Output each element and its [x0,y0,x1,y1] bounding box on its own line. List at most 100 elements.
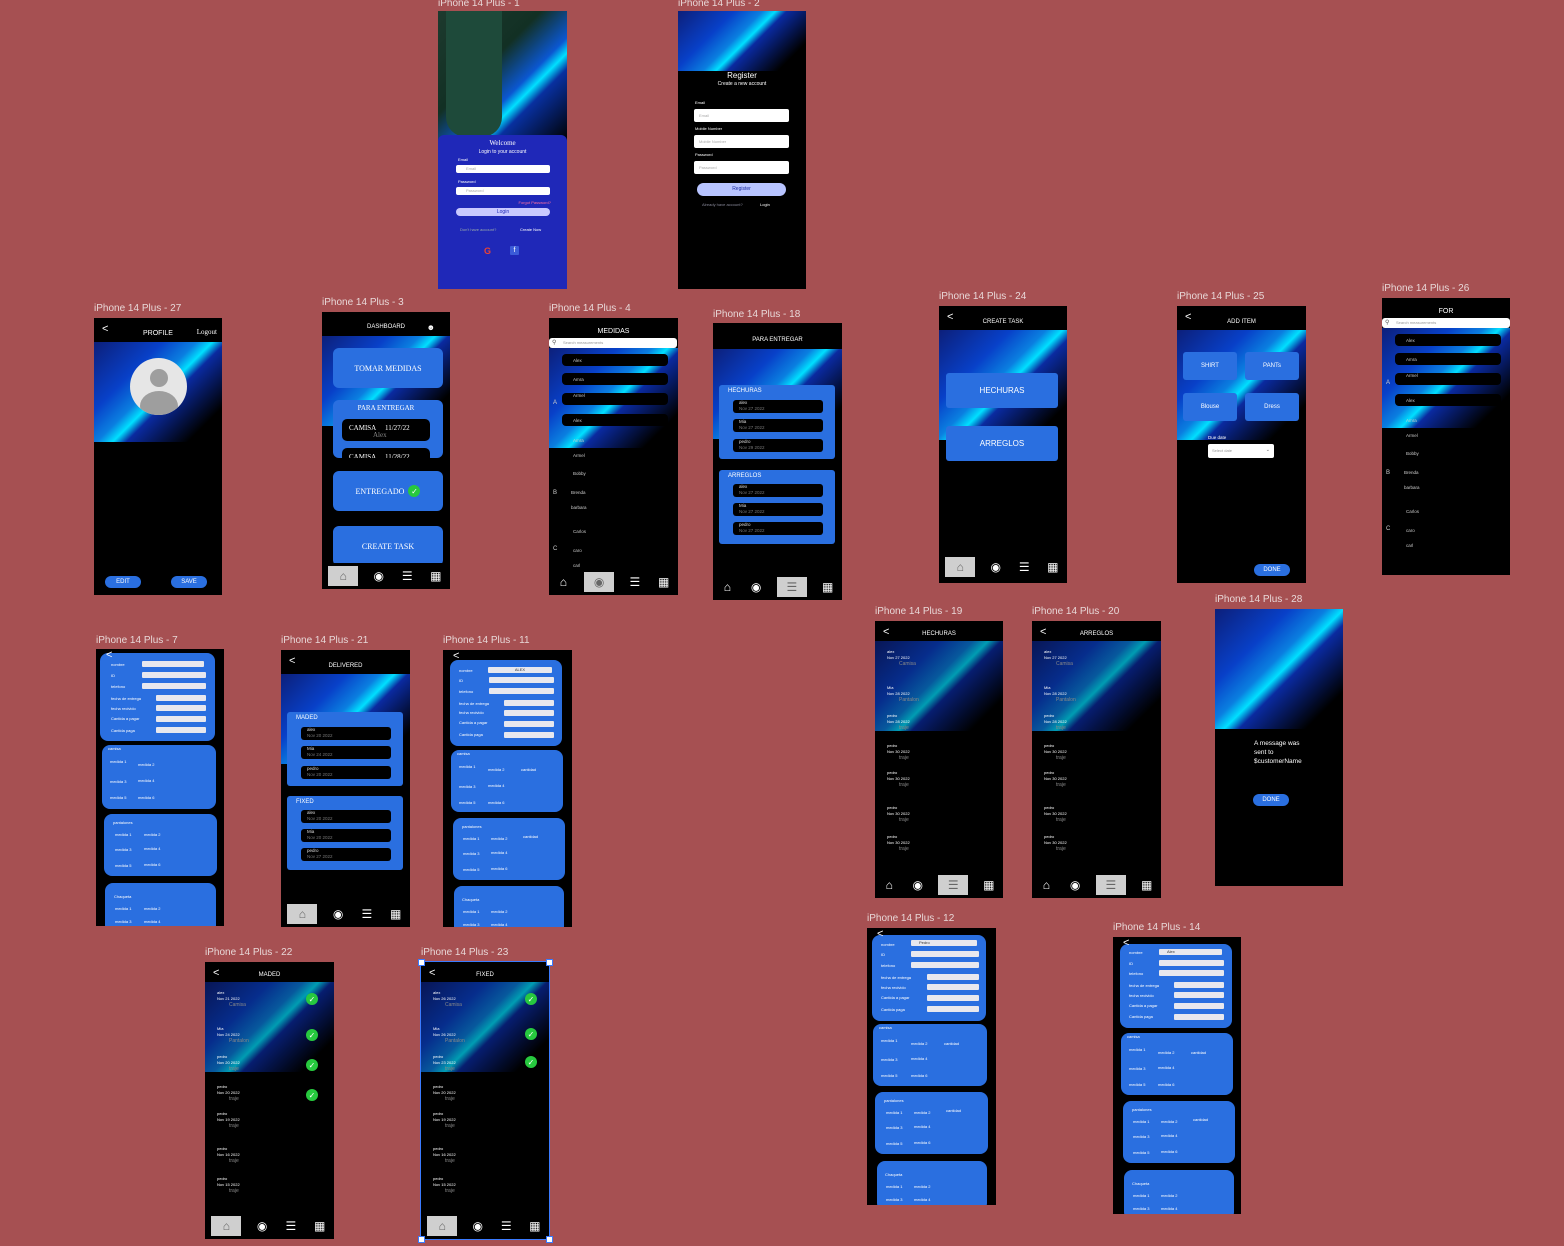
check-icon[interactable]: ✓ [306,1059,318,1071]
edit-button[interactable]: EDIT [105,576,141,588]
email-field[interactable]: Email [694,109,789,122]
measure-tape-icon[interactable]: ◉ [910,877,926,893]
task-row[interactable]: Mia Nov 20 2022 [301,829,391,842]
back-icon[interactable]: < [1123,937,1129,949]
shirt-button[interactable]: SHIRT [1183,352,1237,380]
name-item[interactable]: Bobby [1406,451,1419,456]
checklist-icon[interactable]: ☰ [627,574,643,590]
name-item[interactable]: carl [1406,543,1413,548]
name-item[interactable]: Carlos [1406,509,1419,514]
name-item[interactable]: Amra [573,377,584,382]
field-input[interactable] [489,677,554,683]
field-input[interactable] [1174,1003,1224,1009]
field-input[interactable] [927,995,979,1001]
name-item[interactable]: Brenda [1404,470,1419,475]
checklist-icon[interactable]: ☰ [1095,875,1126,895]
checklist-icon[interactable]: ☰ [399,568,415,584]
field-input[interactable] [156,716,206,722]
field-input[interactable] [927,984,979,990]
name-field[interactable]: ALEX [488,667,552,673]
field-input[interactable] [1174,982,1224,988]
field-input[interactable] [927,1006,979,1012]
entry-name[interactable]: Mia [217,1026,223,1031]
task-row[interactable]: alex Nov 20 2022 [301,810,391,823]
field-input[interactable] [504,700,554,706]
back-icon[interactable]: < [453,650,459,662]
name-item[interactable]: Carlos [573,529,586,534]
name-item[interactable]: caro [573,548,582,553]
search-input[interactable]: ⚲ Search measurements [1382,318,1510,328]
name-item[interactable]: Amra [573,438,584,443]
entry-name[interactable]: pedro [1044,743,1054,748]
name-item[interactable]: Amra [1406,418,1417,423]
name-field[interactable]: Alex [1159,949,1222,955]
save-button[interactable]: SAVE [171,576,207,588]
field-input[interactable] [927,974,979,980]
entry-name[interactable]: pedro [433,1084,443,1089]
login-button[interactable]: Login [456,208,550,216]
entry-name[interactable]: pedro [887,805,897,810]
checklist-icon[interactable]: ☰ [498,1218,514,1234]
measure-tape-icon[interactable]: ◉ [1067,877,1083,893]
entry-name[interactable]: pedro [433,1146,443,1151]
search-input[interactable]: ⚲ Search measurements [549,338,677,348]
task-row[interactable]: Mia Nov 27 2022 [733,503,823,516]
task-row[interactable]: Mia Nov 27 2022 [733,419,823,432]
measure-tape-icon[interactable]: ◉ [584,572,615,592]
calendar-icon[interactable]: ▦ [527,1218,543,1234]
checklist-icon[interactable]: ☰ [359,906,375,922]
name-item[interactable]: Amra [1406,357,1417,362]
selection-handle[interactable] [546,959,553,966]
calendar-icon[interactable]: ▦ [428,568,444,584]
entry-name[interactable]: pedro [887,770,897,775]
entry-name[interactable]: pedro [217,1084,227,1089]
check-icon[interactable]: ✓ [525,1056,537,1068]
mobile-field[interactable]: Mobile Number [694,135,789,148]
field-input[interactable] [504,710,554,716]
user-icon[interactable]: ☻ [427,323,435,332]
entry-name[interactable]: pedro [1044,770,1054,775]
field-input[interactable] [489,688,554,694]
name-item[interactable]: Armel [573,393,585,398]
home-icon[interactable]: ⌂ [287,904,318,924]
calendar-icon[interactable]: ▦ [820,579,836,595]
home-icon[interactable]: ⌂ [719,579,735,595]
checklist-icon[interactable]: ☰ [1016,559,1032,575]
home-icon[interactable]: ⌂ [328,566,359,586]
home-icon[interactable]: ⌂ [555,574,571,590]
field-input[interactable] [911,951,979,957]
entry-name[interactable]: Mia [433,1026,439,1031]
task-row[interactable]: pedro Nov 27 2022 [733,522,823,535]
done-button[interactable]: DONE [1254,564,1290,576]
task-row[interactable]: alex Nov 20 2022 [301,727,391,740]
dress-button[interactable]: Dress [1245,393,1299,421]
pants-button[interactable]: PANTs [1245,352,1299,380]
calendar-icon[interactable]: ▦ [312,1218,328,1234]
field-input[interactable] [1159,960,1224,966]
selection-handle[interactable] [418,1236,425,1243]
name-field[interactable]: Pedro [911,940,977,946]
entry-name[interactable]: alex [1044,649,1051,654]
tomar-medidas-button[interactable]: TOMAR MEDIDAS [333,348,443,388]
entry-name[interactable]: pedro [1044,713,1054,718]
field-input[interactable] [156,695,206,701]
forgot-password-link[interactable]: Forgot Password? [519,200,551,205]
name-item[interactable]: Armel [573,453,585,458]
entry-name[interactable]: pedro [887,834,897,839]
task-row[interactable]: alex Nov 27 2022 [733,400,823,413]
field-input[interactable] [156,727,206,733]
home-icon[interactable]: ⌂ [1038,877,1054,893]
password-field[interactable]: Password [694,161,789,174]
task-row[interactable]: alex Nov 27 2022 [733,484,823,497]
password-field[interactable]: Password [456,187,550,195]
arreglos-button[interactable]: ARREGLOS [946,426,1058,461]
entry-name[interactable]: alex [433,990,440,995]
checklist-icon[interactable]: ☰ [283,1218,299,1234]
home-icon[interactable]: ⌂ [211,1216,242,1236]
back-icon[interactable]: < [106,649,112,661]
blouse-button[interactable]: Blouse [1183,393,1237,421]
task-row[interactable]: pedro Nov 20 2022 [301,766,391,779]
entregado-button[interactable]: ENTREGADO ✓ [333,471,443,511]
task-row[interactable]: pedro Nov 29 2022 [733,439,823,452]
checklist-icon[interactable]: ☰ [938,875,969,895]
